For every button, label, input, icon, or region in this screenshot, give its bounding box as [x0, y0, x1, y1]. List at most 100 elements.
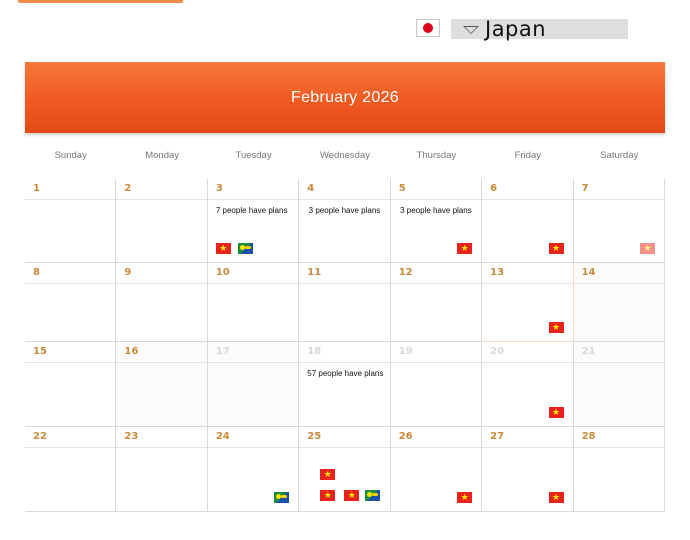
day-cell[interactable]: 26 ★ — [390, 427, 483, 512]
vietnam-flag-icon[interactable]: ★ — [548, 407, 564, 418]
day-number: 28 — [581, 431, 596, 442]
day-header-divider — [116, 283, 207, 284]
day-header-divider — [390, 199, 482, 200]
vietnam-flag-icon[interactable]: ★ — [457, 243, 473, 254]
plans-count-link[interactable]: 3 people have plans — [299, 206, 389, 215]
day-header-divider — [573, 283, 664, 284]
day-number: 5 — [398, 183, 406, 194]
day-header-divider — [573, 199, 664, 200]
day-number: 22 — [33, 431, 47, 442]
weekday-label: Monday — [145, 150, 180, 161]
day-number: 1 — [33, 183, 40, 194]
day-cell[interactable]: 12 — [390, 263, 483, 342]
day-number: 10 — [215, 267, 230, 278]
country-dropdown[interactable]: Japan — [451, 17, 628, 41]
day-number: 20 — [490, 346, 505, 357]
day-cell[interactable]: 18 57 people have plans — [299, 342, 391, 427]
day-cell[interactable]: 22 — [25, 427, 117, 512]
christmas-island-flag-icon[interactable] — [274, 492, 290, 503]
day-number: 4 — [307, 183, 315, 194]
day-cell[interactable]: 27 ★ — [482, 427, 574, 512]
plans-count-link[interactable]: 3 people have plans — [391, 206, 481, 215]
day-number: 21 — [581, 346, 596, 357]
day-number: 17 — [215, 346, 230, 357]
day-cell[interactable]: 24 — [207, 427, 300, 512]
day-cell[interactable]: 3 7 people have plans ★ — [207, 179, 300, 263]
christmas-island-flag-icon[interactable] — [237, 243, 253, 254]
day-cell[interactable]: 17 — [207, 342, 300, 427]
vietnam-flag-icon[interactable]: ★ — [344, 490, 360, 501]
day-cell[interactable]: 9 — [116, 263, 208, 342]
day-number: 12 — [398, 267, 413, 278]
day-cell[interactable]: 6 ★ — [482, 179, 574, 263]
day-cell[interactable]: 1 — [25, 179, 117, 263]
day-cell[interactable]: 11 — [299, 263, 391, 342]
day-number: 3 — [215, 183, 223, 194]
day-number: 26 — [398, 431, 413, 442]
vietnam-flag-icon[interactable]: ★ — [320, 469, 336, 480]
vietnam-flag-icon[interactable]: ★ — [215, 243, 231, 254]
day-cell[interactable]: 10 — [207, 263, 300, 342]
plans-count-link[interactable]: 57 people have plans — [307, 369, 389, 378]
day-cell[interactable]: 5 3 people have plans ★ — [390, 179, 483, 263]
vietnam-flag-icon[interactable]: ★ — [548, 243, 564, 254]
day-number: 11 — [307, 267, 322, 278]
day-header-divider — [25, 199, 116, 200]
day-cell[interactable]: 21 — [573, 342, 665, 427]
day-cell[interactable]: 16 — [116, 342, 208, 427]
calendar-grid: 1237 people have plans ★ 4 3 people have pl… — [25, 179, 665, 512]
day-number: 9 — [124, 267, 132, 278]
day-header-divider — [482, 283, 573, 284]
day-header-divider — [25, 447, 116, 448]
vietnam-flag-icon[interactable]: ★ — [320, 490, 336, 501]
vietnam-flag-icon[interactable]: ★ — [457, 492, 473, 503]
weekday-label: Sunday — [54, 150, 87, 161]
day-header-divider — [207, 199, 299, 200]
day-number: 15 — [33, 346, 47, 357]
christmas-island-flag-icon[interactable] — [365, 490, 381, 501]
day-header-divider — [573, 447, 664, 448]
weekday-label: Tuesday — [235, 150, 272, 161]
vietnam-flag-icon[interactable]: ★ — [548, 322, 564, 333]
day-cell[interactable]: 2 — [116, 179, 208, 263]
day-header-divider — [482, 362, 573, 363]
day-number: 7 — [581, 183, 589, 194]
day-header-divider — [390, 362, 482, 363]
day-header-divider — [116, 199, 207, 200]
day-header-divider — [25, 283, 116, 284]
day-header-divider — [299, 199, 390, 200]
day-cell[interactable]: 8 — [25, 263, 117, 342]
day-header-divider — [573, 362, 664, 363]
day-header-divider — [25, 362, 116, 363]
plans-count-link[interactable]: 7 people have plans — [216, 206, 298, 215]
day-header-divider — [390, 283, 482, 284]
country-dropdown-label: Japan — [485, 17, 547, 41]
day-header-divider — [207, 362, 299, 363]
day-cell[interactable]: 7 ★ — [573, 179, 665, 263]
day-cell[interactable]: 15 — [25, 342, 117, 427]
day-number: 18 — [307, 346, 322, 357]
day-header-divider — [299, 362, 390, 363]
day-cell[interactable]: 23 — [116, 427, 208, 512]
day-header-divider — [207, 283, 299, 284]
day-header-divider — [116, 447, 207, 448]
day-number: 14 — [581, 267, 596, 278]
day-cell[interactable]: 13 ★ — [482, 263, 574, 342]
day-cell[interactable]: 19 — [390, 342, 483, 427]
japan-flag-icon — [416, 19, 440, 37]
weekday-label: Wednesday — [319, 150, 370, 161]
day-header-divider — [299, 447, 390, 448]
day-header-divider — [482, 199, 573, 200]
day-cell[interactable]: 25 ★ ★ ★ — [299, 427, 391, 512]
day-number: 19 — [398, 346, 413, 357]
day-cell[interactable]: 14 — [573, 263, 665, 342]
day-cell[interactable]: 4 3 people have plans — [299, 179, 391, 263]
vietnam-flag-icon[interactable]: ★ — [548, 492, 564, 503]
chevron-down-icon — [463, 26, 479, 34]
day-cell[interactable]: 28 — [573, 427, 665, 512]
vietnam-flag-icon[interactable]: ★ — [639, 243, 655, 254]
day-cell[interactable]: 20 ★ — [482, 342, 574, 427]
top-accent-bar — [18, 0, 183, 3]
day-number: 25 — [307, 431, 322, 442]
weekday-label: Thursday — [416, 150, 457, 161]
